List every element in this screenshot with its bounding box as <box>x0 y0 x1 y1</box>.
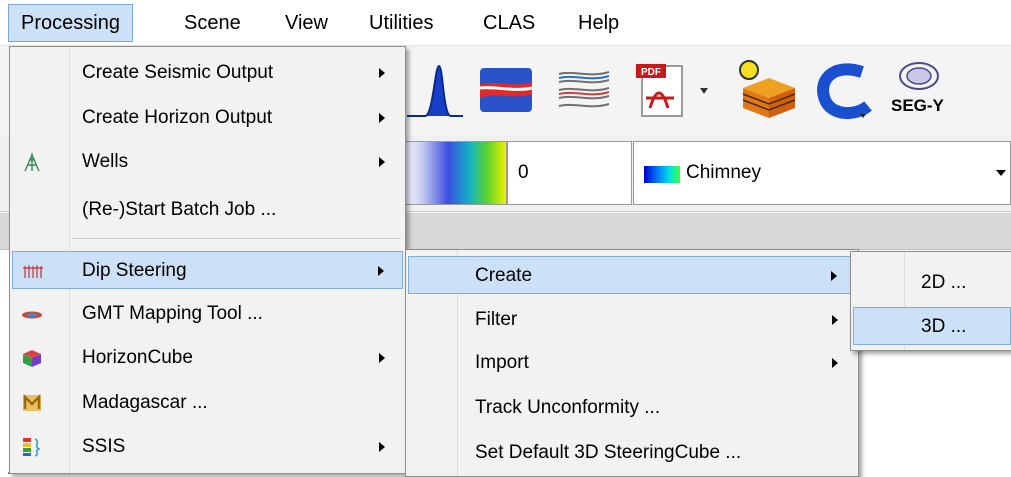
dip-steering-menu: Create Filter Import Track Unconformity … <box>405 249 859 477</box>
menu-item-track-unconformity[interactable]: Track Unconformity ... <box>408 389 856 427</box>
svg-text:PDF: PDF <box>641 67 661 78</box>
menu-item-2d[interactable]: 2D ... <box>853 264 1009 302</box>
create-menu: 2D ... 3D ... <box>850 251 1011 351</box>
menu-item-filter[interactable]: Filter <box>408 301 856 339</box>
menu-item-label: Dip Steering <box>82 260 187 281</box>
menu-item-label: Set Default 3D SteeringCube ... <box>475 442 742 463</box>
seg-logo-icon <box>899 62 939 90</box>
menu-item-label: 2D ... <box>921 272 967 293</box>
menu-item-ssis[interactable]: SSIS <box>12 428 403 466</box>
submenu-arrow-icon <box>379 68 385 78</box>
menu-item-label: GMT Mapping Tool ... <box>82 303 263 324</box>
color-bar[interactable] <box>400 141 507 205</box>
menu-item-label: Import <box>475 352 529 373</box>
submenu-arrow-icon <box>378 266 384 276</box>
menu-item-label: 3D ... <box>921 316 967 337</box>
seismic-section-icon[interactable] <box>474 58 538 122</box>
menu-item-import[interactable]: Import <box>408 344 856 382</box>
horizoncube-icon <box>23 350 41 367</box>
well-icon <box>24 153 40 172</box>
menu-item-create-seismic-output[interactable]: Create Seismic Output <box>12 54 403 92</box>
submenu-arrow-icon <box>379 113 385 123</box>
colortable-name: Chimney <box>686 162 761 183</box>
curve-c-icon[interactable] <box>812 58 877 122</box>
menu-item-label: Filter <box>475 309 518 330</box>
madagascar-icon <box>23 393 41 411</box>
pdf-icon[interactable]: PDF <box>628 58 718 122</box>
menu-separator <box>72 238 401 239</box>
menu-clas[interactable]: CLAS <box>471 4 547 42</box>
chevron-down-icon <box>996 170 1006 176</box>
menu-item-restart-batch-job[interactable]: (Re-)Start Batch Job ... <box>12 191 403 229</box>
menu-item-horizoncube[interactable]: HorizonCube <box>12 339 403 377</box>
menu-item-madagascar[interactable]: Madagascar ... <box>12 384 403 422</box>
menu-view[interactable]: View <box>273 4 340 42</box>
lamp-cube-icon[interactable] <box>733 58 803 122</box>
gmt-icon <box>22 311 42 319</box>
horizon-lines-icon[interactable] <box>553 58 615 122</box>
processing-menu: Create Seismic Output Create Horizon Out… <box>9 46 406 474</box>
menu-item-3d[interactable]: 3D ... <box>853 307 1011 345</box>
menu-item-label: Track Unconformity ... <box>475 397 661 418</box>
menu-item-create[interactable]: Create <box>408 256 856 294</box>
submenu-arrow-icon <box>832 358 838 368</box>
value-field[interactable]: 0 <box>507 141 632 205</box>
segy-button[interactable]: SEG-Y <box>885 60 955 124</box>
menu-help[interactable]: Help <box>566 4 631 42</box>
menu-item-label: Create Horizon Output <box>82 107 273 128</box>
menu-item-gmt-mapping-tool[interactable]: GMT Mapping Tool ... <box>12 295 403 333</box>
submenu-arrow-icon <box>379 442 385 452</box>
menu-bar: Processing Scene View Utilities CLAS Hel… <box>0 0 1011 46</box>
menu-utilities[interactable]: Utilities <box>357 4 445 42</box>
menu-item-dip-steering[interactable]: Dip Steering <box>12 251 403 289</box>
submenu-arrow-icon <box>831 271 837 281</box>
menu-item-label: SSIS <box>82 436 126 457</box>
colortable-select[interactable]: Chimney <box>633 141 1011 205</box>
menu-item-create-horizon-output[interactable]: Create Horizon Output <box>12 99 403 137</box>
menu-item-wells[interactable]: Wells <box>12 143 403 181</box>
menu-item-label: HorizonCube <box>82 347 193 368</box>
ssis-icon <box>23 438 41 457</box>
dip-steering-icon <box>23 265 43 278</box>
menu-processing[interactable]: Processing <box>8 4 133 42</box>
menu-item-label: Create Seismic Output <box>82 62 274 83</box>
menu-item-label: Create <box>475 265 533 286</box>
submenu-arrow-icon <box>832 315 838 325</box>
menu-item-label: Wells <box>82 151 129 172</box>
menu-item-label: Madagascar ... <box>82 392 208 413</box>
colortable-swatch <box>644 166 680 183</box>
menu-item-label: (Re-)Start Batch Job ... <box>82 199 277 220</box>
menu-item-set-default-steeringcube[interactable]: Set Default 3D SteeringCube ... <box>408 434 856 472</box>
menu-scene[interactable]: Scene <box>172 4 253 42</box>
submenu-arrow-icon <box>379 353 385 363</box>
segy-label: SEG-Y <box>891 96 944 115</box>
submenu-arrow-icon <box>379 157 385 167</box>
wiggle-icon[interactable] <box>405 58 465 122</box>
